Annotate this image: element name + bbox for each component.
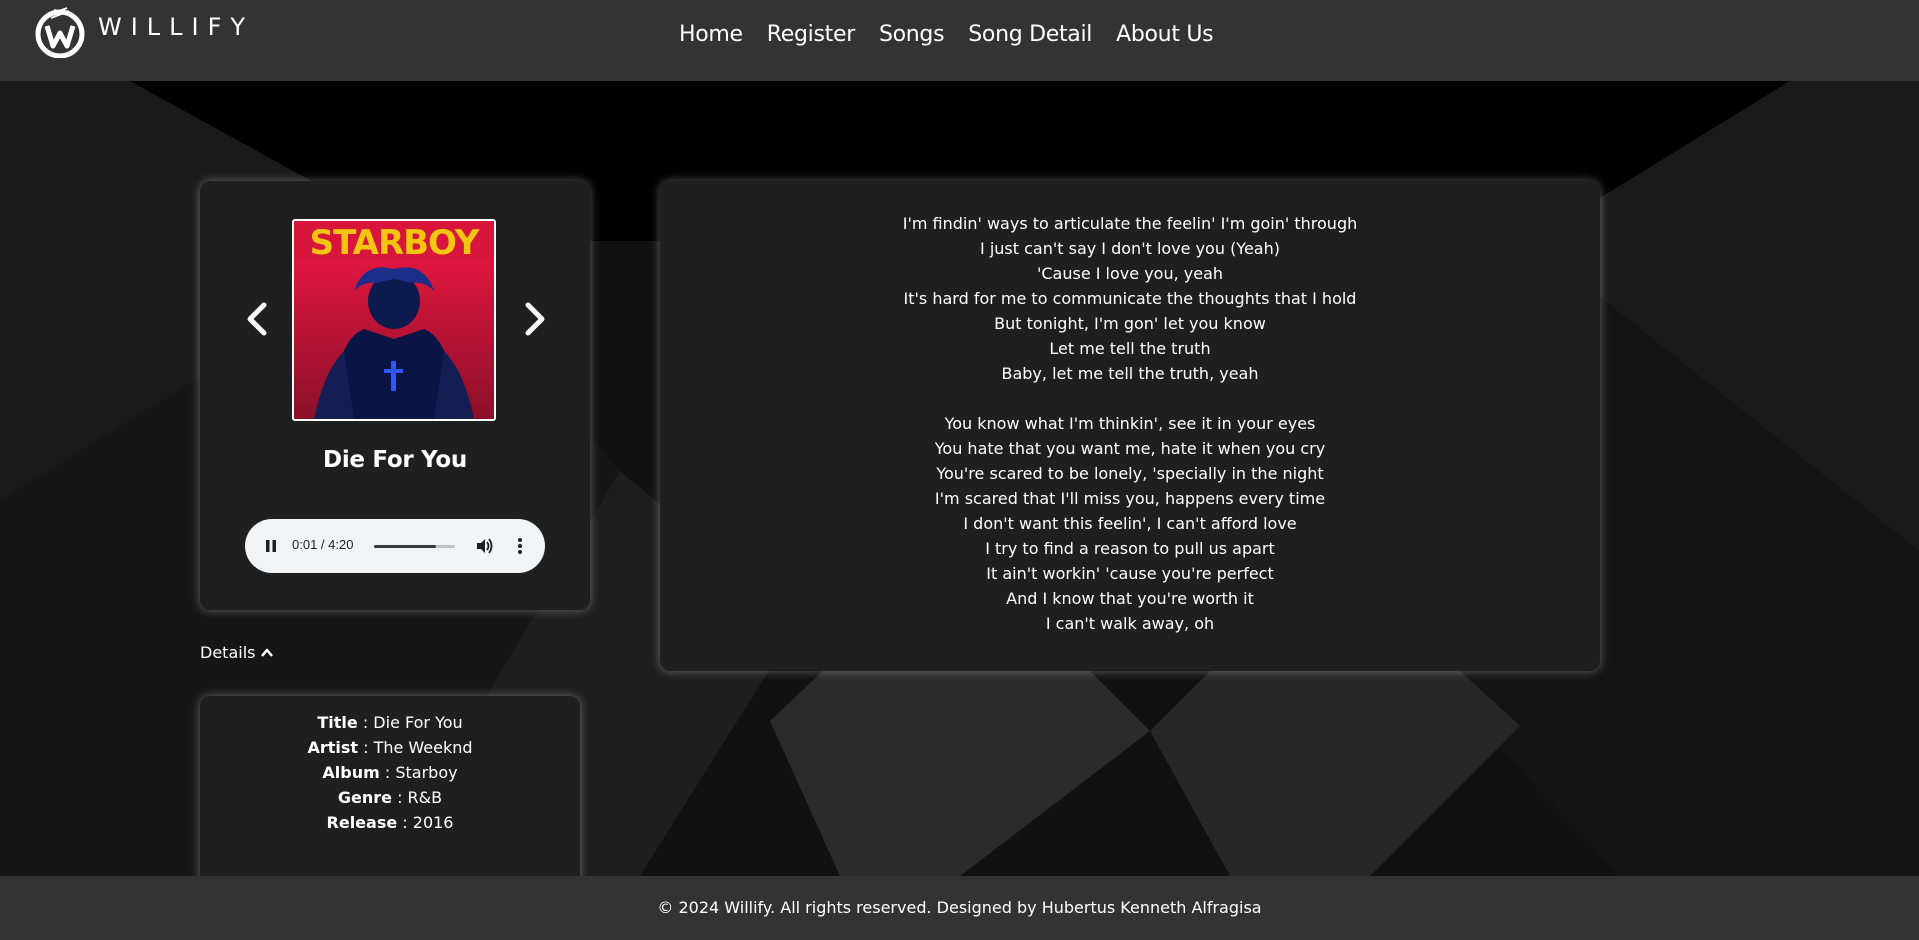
seek-bar[interactable] [374, 545, 455, 548]
detail-label: Release [326, 813, 398, 832]
audio-player[interactable]: 0:01 / 4:20 [245, 519, 545, 573]
brand-logo[interactable]: WILLIFY [34, 6, 254, 58]
song-title: Die For You [323, 447, 467, 473]
nav-register[interactable]: Register [767, 22, 855, 47]
lyric-line: You're scared to be lonely, 'specially i… [936, 464, 1324, 483]
nav-home[interactable]: Home [679, 22, 743, 47]
chevron-left-icon [247, 302, 267, 336]
lyric-line: I try to find a reason to pull us apart [985, 539, 1275, 558]
details-toggle-label: Details [200, 643, 256, 662]
next-song-button[interactable] [520, 299, 550, 339]
lyric-line-blank [660, 386, 1600, 411]
details-card: Title : Die For You Artist : The Weeknd … [200, 696, 580, 896]
footer-text: © 2024 Willify. All rights reserved. Des… [657, 898, 1262, 917]
lyric-line: You hate that you want me, hate it when … [934, 439, 1326, 458]
lyric-line: I don't want this feelin', I can't affor… [963, 514, 1297, 533]
detail-value: R&B [407, 788, 443, 807]
lyric-line: Let me tell the truth [1049, 339, 1211, 358]
detail-label: Genre [337, 788, 392, 807]
chevron-right-icon [525, 302, 545, 336]
detail-value: Starboy [395, 763, 458, 782]
lyric-line: I'm findin' ways to articulate the feeli… [902, 214, 1358, 233]
detail-label: Album [322, 763, 380, 782]
details-toggle[interactable]: Details [200, 643, 274, 662]
detail-row-artist: Artist : The Weeknd [307, 738, 473, 757]
time-display: 0:01 / 4:20 [292, 537, 354, 552]
detail-row-release: Release : 2016 [326, 813, 454, 832]
detail-value: Die For You [373, 713, 463, 732]
lyric-line: You know what I'm thinkin', see it in yo… [944, 414, 1316, 433]
volume-icon[interactable] [475, 537, 493, 555]
lyrics-card: I'm findin' ways to articulate the feeli… [660, 181, 1600, 671]
detail-row-album: Album : Starboy [322, 763, 458, 782]
lyric-line: I can't walk away, oh [1045, 614, 1215, 633]
lyric-line: I'm scared that I'll miss you, happens e… [934, 489, 1326, 508]
nav-song-detail[interactable]: Song Detail [968, 22, 1092, 47]
detail-value: The Weeknd [373, 738, 473, 757]
detail-value: 2016 [412, 813, 454, 832]
lyric-line: I just can't say I don't love you (Yeah) [980, 239, 1280, 258]
main-nav: Home Register Songs Song Detail About Us [679, 22, 1237, 47]
detail-row-genre: Genre : R&B [337, 788, 443, 807]
detail-label: Title [317, 713, 358, 732]
lyric-line: But tonight, I'm gon' let you know [994, 314, 1266, 333]
willify-logo-icon [35, 7, 85, 58]
lyric-line: It ain't workin' 'cause you're perfect [986, 564, 1274, 583]
player-card: STARBOY Die For You 0:01 / 4:20 [200, 181, 590, 610]
lyric-line: Baby, let me tell the truth, yeah [1001, 364, 1259, 383]
nav-about-us[interactable]: About Us [1116, 22, 1214, 47]
detail-label: Artist [307, 738, 359, 757]
lyric-line: And I know that you're worth it [1006, 589, 1254, 608]
lyric-line: It's hard for me to communicate the thou… [903, 289, 1357, 308]
top-navbar: WILLIFY Home Register Songs Song Detail … [0, 0, 1919, 81]
seek-bar-fill [374, 545, 437, 548]
lyrics-text: I'm findin' ways to articulate the feeli… [660, 211, 1600, 636]
detail-row-title: Title : Die For You [317, 713, 463, 732]
pause-icon[interactable] [265, 538, 277, 554]
nav-songs[interactable]: Songs [879, 22, 945, 47]
more-options-icon[interactable] [517, 537, 523, 555]
chevron-up-icon [261, 648, 274, 657]
brand-name: WILLIFY [98, 13, 255, 41]
footer: © 2024 Willify. All rights reserved. Des… [0, 876, 1919, 940]
detail-list: Title : Die For You Artist : The Weeknd … [200, 710, 580, 835]
prev-song-button[interactable] [242, 299, 272, 339]
lyric-line: 'Cause I love you, yeah [1036, 264, 1224, 283]
album-cover: STARBOY [292, 219, 496, 421]
